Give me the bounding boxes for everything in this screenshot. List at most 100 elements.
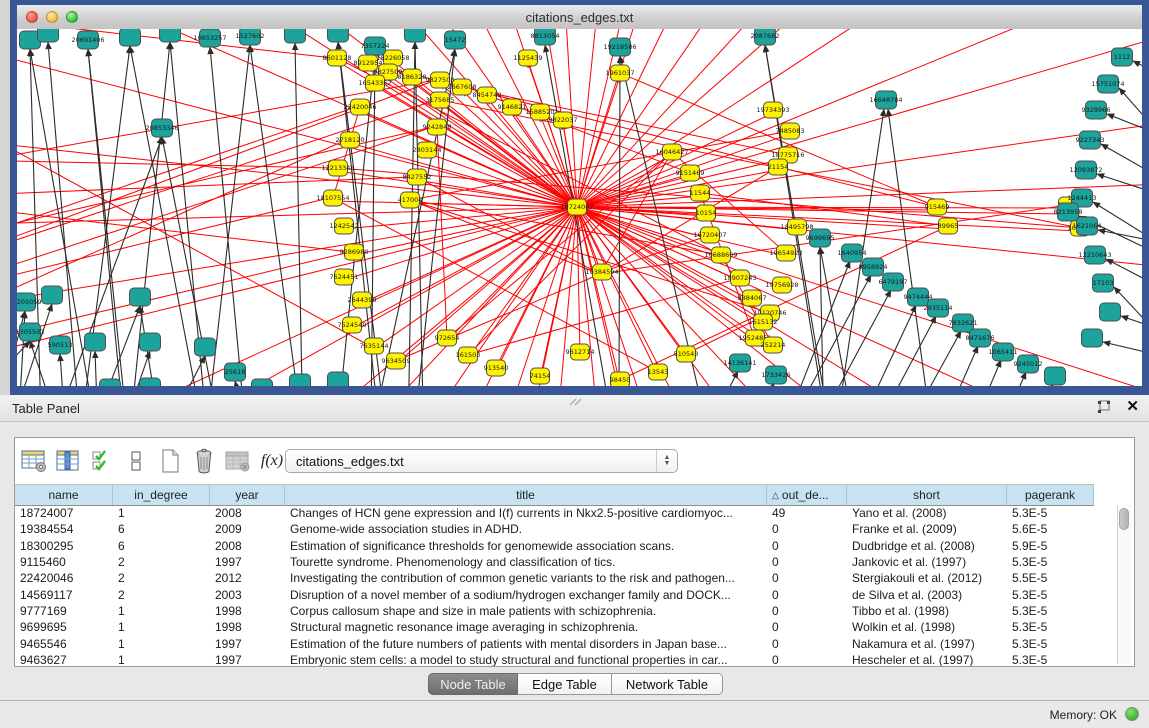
float-window-icon[interactable] bbox=[1096, 399, 1112, 415]
network-edge[interactable] bbox=[577, 29, 1142, 207]
network-edge[interactable] bbox=[1101, 144, 1142, 178]
table-cell[interactable]: 2 bbox=[113, 588, 210, 602]
table-cell[interactable]: 5.3E-5 bbox=[1007, 506, 1094, 520]
table-cell[interactable]: 2012 bbox=[210, 571, 285, 585]
table-row[interactable]: 2242004622012Investigating the contribut… bbox=[15, 570, 1134, 586]
table-cell[interactable]: 19384554 bbox=[15, 522, 113, 536]
network-node[interactable] bbox=[1082, 329, 1103, 347]
table-row[interactable]: 1456911722003Disruption of a novel membe… bbox=[15, 586, 1134, 602]
table-cell[interactable]: Genome-wide association studies in ADHD. bbox=[285, 522, 767, 536]
table-cell[interactable]: 1998 bbox=[210, 604, 285, 618]
table-cell[interactable]: de Silva et al. (2003) bbox=[847, 588, 1007, 602]
table-cell[interactable]: 0 bbox=[767, 604, 847, 618]
table-cell[interactable]: 5.3E-5 bbox=[1007, 555, 1094, 569]
network-edge[interactable] bbox=[577, 29, 1142, 207]
column-header-out_de[interactable]: △out_de... bbox=[767, 485, 847, 505]
table-cell[interactable]: Corpus callosum shape and size in male p… bbox=[285, 604, 767, 618]
table-cell[interactable]: 9699695 bbox=[15, 620, 113, 634]
resize-grip-icon[interactable] bbox=[568, 397, 582, 406]
network-node[interactable] bbox=[130, 288, 151, 306]
table-cell[interactable]: 0 bbox=[767, 571, 847, 585]
table-cell[interactable]: 5.3E-5 bbox=[1007, 604, 1094, 618]
dropdown-stepper-icon[interactable]: ▲▼ bbox=[656, 450, 677, 472]
network-edge[interactable] bbox=[17, 341, 30, 386]
table-cell[interactable]: Disruption of a novel member of a sodium… bbox=[285, 588, 767, 602]
tab-node-table[interactable]: Node Table bbox=[428, 673, 518, 695]
table-cell[interactable]: 9465546 bbox=[15, 637, 113, 651]
table-cell[interactable]: 2009 bbox=[210, 522, 285, 536]
scrollbar-thumb[interactable] bbox=[1119, 508, 1129, 530]
table-row[interactable]: 946362711997Embryonic stem cells: a mode… bbox=[15, 652, 1134, 666]
table-row[interactable]: 911546021997Tourette syndrome. Phenomeno… bbox=[15, 554, 1134, 570]
network-node[interactable] bbox=[140, 378, 161, 386]
column-header-in_degree[interactable]: in_degree bbox=[113, 485, 210, 505]
column-header-title[interactable]: title bbox=[285, 485, 767, 505]
close-icon[interactable]: ✕ bbox=[1126, 399, 1139, 415]
network-edge[interactable] bbox=[374, 207, 577, 349]
table-cell[interactable]: Estimation of significance thresholds fo… bbox=[285, 539, 767, 553]
vertical-scrollbar[interactable] bbox=[1117, 505, 1131, 664]
table-panel-titlebar[interactable]: Table Panel ✕ bbox=[0, 395, 1149, 422]
network-edge[interactable] bbox=[17, 311, 25, 386]
table-selector-dropdown[interactable]: citations_edges.txt ▲▼ bbox=[285, 449, 678, 473]
table-cell[interactable]: Dudbridge et al. (2008) bbox=[847, 539, 1007, 553]
network-node[interactable] bbox=[195, 338, 216, 356]
table-cell[interactable]: Nakamura et al. (1997) bbox=[847, 637, 1007, 651]
table-cell[interactable]: 5.3E-5 bbox=[1007, 653, 1094, 666]
table-cell[interactable]: 5.3E-5 bbox=[1007, 588, 1094, 602]
table-cell[interactable]: 1997 bbox=[210, 555, 285, 569]
tab-edge-table[interactable]: Edge Table bbox=[518, 673, 612, 695]
network-edge[interactable] bbox=[271, 207, 577, 386]
table-cell[interactable]: 9463627 bbox=[15, 653, 113, 666]
table-cell[interactable]: Franke et al. (2009) bbox=[847, 522, 1007, 536]
table-cell[interactable]: 1 bbox=[113, 653, 210, 666]
network-edge[interactable] bbox=[894, 331, 961, 386]
table-cell[interactable]: Estimation of the future numbers of pati… bbox=[285, 637, 767, 651]
table-cell[interactable]: 2 bbox=[113, 555, 210, 569]
network-edge[interactable] bbox=[17, 107, 356, 278]
network-edge[interactable] bbox=[350, 143, 577, 207]
table-cell[interactable]: 5.3E-5 bbox=[1007, 620, 1094, 634]
table-cell[interactable]: 1997 bbox=[210, 653, 285, 666]
table-cell[interactable]: 0 bbox=[767, 522, 847, 536]
table-row[interactable]: 969969511998Structural magnetic resonanc… bbox=[15, 619, 1134, 635]
column-header-name[interactable]: name bbox=[15, 485, 113, 505]
table-cell[interactable]: Structural magnetic resonance image aver… bbox=[285, 620, 767, 634]
function-builder-button[interactable]: f(x) bbox=[257, 446, 287, 476]
network-edge[interactable] bbox=[462, 87, 788, 155]
network-edge[interactable] bbox=[1133, 61, 1142, 74]
show-columns-button[interactable] bbox=[53, 446, 83, 476]
network-edge[interactable] bbox=[577, 29, 1133, 207]
network-edge[interactable] bbox=[1121, 316, 1142, 329]
network-node[interactable] bbox=[328, 29, 349, 42]
network-node[interactable] bbox=[252, 379, 273, 386]
table-cell[interactable]: 0 bbox=[767, 620, 847, 634]
table-mode-button[interactable] bbox=[19, 446, 49, 476]
select-columns-button[interactable] bbox=[87, 446, 117, 476]
network-edge[interactable] bbox=[577, 29, 1142, 207]
table-row[interactable]: 977716911998Corpus callosum shape and si… bbox=[15, 603, 1134, 619]
network-node[interactable] bbox=[405, 29, 426, 42]
network-node[interactable] bbox=[160, 29, 181, 42]
table-cell[interactable]: Yano et al. (2008) bbox=[847, 506, 1007, 520]
network-graph[interactable]: 1872400786011288912954182260589827509818… bbox=[17, 29, 1142, 386]
network-node[interactable] bbox=[285, 29, 306, 43]
column-header-pagerank[interactable]: pagerank bbox=[1007, 485, 1094, 505]
network-node[interactable] bbox=[85, 333, 106, 351]
network-edge[interactable] bbox=[952, 360, 1001, 386]
network-edge[interactable] bbox=[60, 354, 81, 386]
table-cell[interactable]: 1998 bbox=[210, 620, 285, 634]
table-cell[interactable]: 2 bbox=[113, 571, 210, 585]
network-edge[interactable] bbox=[577, 29, 1142, 207]
table-cell[interactable]: 14569117 bbox=[15, 588, 113, 602]
table-cell[interactable]: Changes of HCN gene expression and I(f) … bbox=[285, 506, 767, 520]
new-column-button[interactable] bbox=[155, 446, 185, 476]
network-edge[interactable] bbox=[17, 207, 577, 386]
network-edge[interactable] bbox=[831, 290, 891, 386]
table-row[interactable]: 1830029562008Estimation of significance … bbox=[15, 538, 1134, 554]
table-cell[interactable]: 5.9E-5 bbox=[1007, 539, 1094, 553]
table-cell[interactable]: 22420046 bbox=[15, 571, 113, 585]
table-cell[interactable]: Tibbo et al. (1998) bbox=[847, 604, 1007, 618]
table-cell[interactable]: 0 bbox=[767, 555, 847, 569]
network-edge[interactable] bbox=[1107, 114, 1142, 135]
